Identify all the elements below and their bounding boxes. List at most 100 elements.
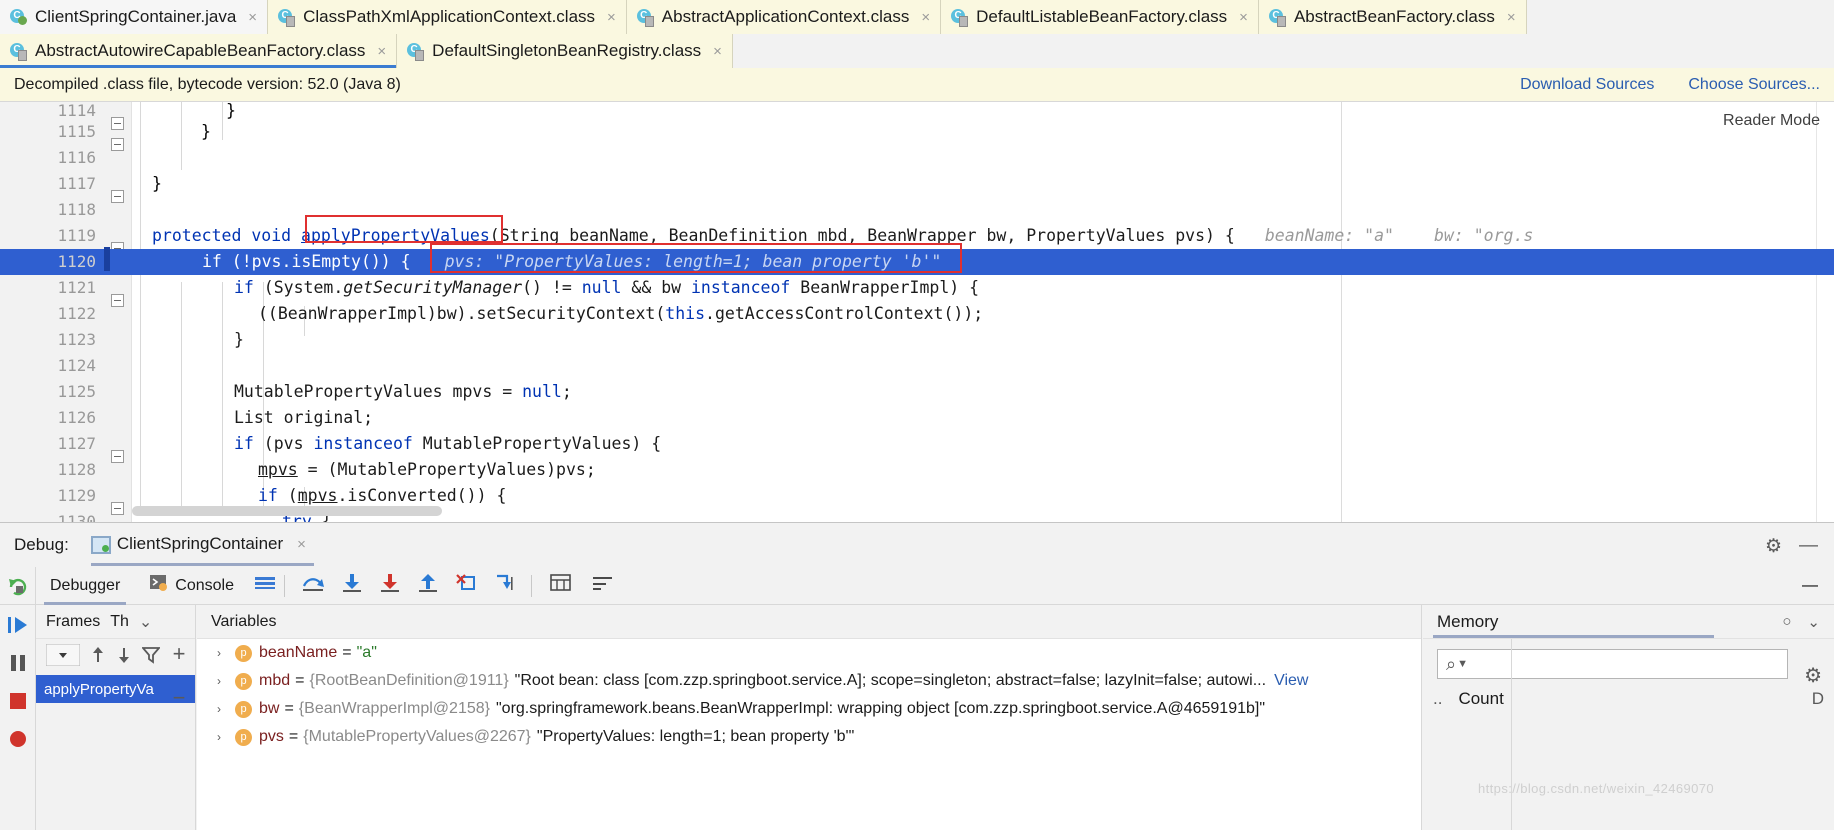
frames-header: Frames Th ⌄ [36, 605, 195, 639]
equals-sign: = [288, 728, 299, 745]
memory-diff-column[interactable]: D [1812, 689, 1824, 709]
close-icon[interactable]: × [921, 9, 930, 26]
reader-mode-label[interactable]: Reader Mode [1723, 112, 1820, 130]
tab-row-1: ClientSpringContainer.java × ClassPathXm… [0, 0, 1834, 34]
force-step-into-icon[interactable] [379, 573, 401, 598]
gear-icon[interactable]: ⚙ [1804, 663, 1822, 688]
chevron-right-icon[interactable]: › [217, 674, 235, 688]
code-line-1118[interactable]: 1118 [0, 197, 1834, 223]
code-line-1120-current[interactable]: 1120 if (!pvs.isEmpty()) {pvs: "Property… [0, 249, 1834, 275]
gear-icon[interactable]: ⚙ [1765, 535, 1782, 558]
variable-name: beanName [259, 644, 338, 661]
code-line-1126[interactable]: 1126 List original; [0, 405, 1834, 431]
table-row[interactable]: › p beanName = "a" [197, 639, 1421, 667]
debug-session-tab[interactable]: ClientSpringContainer × [90, 534, 315, 566]
tab-label: ClientSpringContainer.java [35, 7, 237, 26]
table-row[interactable]: › p bw = {BeanWrapperImpl@2158} "org.spr… [197, 695, 1421, 723]
evaluate-expression-icon[interactable] [550, 574, 572, 597]
stop-program-icon[interactable] [6, 689, 30, 713]
code-line-1123[interactable]: 1123 } [0, 327, 1834, 353]
inline-hint-bw: bw: "org.s [1433, 226, 1534, 245]
layout-icon[interactable] [254, 575, 276, 596]
memory-panel: Memory ○ ⌄ ⌕ ▼ ⚙ .. Count D [1423, 605, 1834, 830]
pause-program-icon[interactable] [6, 651, 30, 675]
circle-icon[interactable]: ○ [1782, 613, 1791, 630]
view-breakpoints-icon[interactable] [6, 727, 30, 751]
memory-header[interactable]: Memory ○ ⌄ [1423, 605, 1834, 639]
variable-value: "org.springframework.beans.BeanWrapperIm… [495, 700, 1266, 717]
close-icon[interactable]: × [713, 43, 722, 60]
close-icon[interactable]: × [377, 43, 386, 60]
code-line-1121[interactable]: 1121 if (System.getSecurityManager() != … [0, 275, 1834, 307]
code-line-1125[interactable]: 1125 MutablePropertyValues mpvs = null; [0, 379, 1834, 405]
view-link[interactable]: View [1274, 672, 1308, 690]
code-line-1128[interactable]: 1128 mpvs = (MutablePropertyValues)pvs; [0, 457, 1834, 483]
close-icon[interactable]: × [607, 9, 616, 26]
minimize-icon[interactable]: — [1799, 535, 1818, 557]
close-icon[interactable]: × [1507, 9, 1516, 26]
settings-icon[interactable] [592, 574, 614, 597]
code-line-1115[interactable]: 1115 } [0, 119, 1834, 151]
remove-icon[interactable]: − [164, 685, 194, 711]
chevron-right-icon[interactable]: › [217, 646, 235, 660]
collapse-icon[interactable]: — [1802, 577, 1818, 595]
search-dropdown-icon[interactable]: ▼ [1457, 658, 1468, 670]
code-line-1124[interactable]: 1124 [0, 353, 1834, 379]
tab-debugger[interactable]: Debugger [44, 567, 127, 605]
step-over-icon[interactable] [301, 573, 325, 598]
console-icon [150, 575, 168, 596]
code-line-1116[interactable]: 1116 [0, 145, 1834, 171]
download-sources-link[interactable]: Download Sources [1520, 76, 1654, 94]
line-number: 1119 [57, 226, 96, 245]
dropdown-icon[interactable] [45, 643, 81, 671]
memory-search-input[interactable] [1467, 655, 1787, 673]
tab-abstract-autowire-capable-bean-factory[interactable]: AbstractAutowireCapableBeanFactory.class… [0, 34, 398, 68]
tab-client-spring-container[interactable]: ClientSpringContainer.java × [0, 0, 269, 34]
tab-default-singleton-bean-registry[interactable]: DefaultSingletonBeanRegistry.class × [397, 34, 733, 68]
code-line-1119[interactable]: 1119 protected void applyPropertyValues(… [0, 223, 1834, 261]
close-icon[interactable]: × [297, 536, 306, 553]
variable-name: mbd [259, 672, 291, 689]
table-row[interactable]: › p pvs = {MutablePropertyValues@2267} "… [197, 723, 1421, 751]
chevron-down-icon[interactable]: ⌄ [1807, 613, 1820, 631]
code-line-1122[interactable]: 1122 ((BeanWrapperImpl)bw).setSecurityCo… [0, 301, 1834, 327]
run-to-cursor-icon[interactable] [493, 573, 515, 598]
frame-label: applyPropertyVa [44, 680, 154, 698]
resume-program-icon[interactable] [6, 613, 30, 637]
add-icon[interactable]: + [164, 641, 194, 667]
memory-count-column[interactable]: Count [1458, 689, 1503, 709]
filter-icon[interactable] [141, 646, 161, 669]
method-name-apply-property-values[interactable]: applyPropertyValues [301, 226, 490, 245]
toolbar-separator [283, 574, 285, 597]
chevron-down-icon[interactable]: ⌄ [139, 612, 152, 632]
memory-dots: .. [1433, 689, 1443, 708]
choose-sources-link[interactable]: Choose Sources... [1688, 76, 1820, 94]
chevron-right-icon[interactable]: › [217, 702, 235, 716]
tab-abstract-bean-factory[interactable]: AbstractBeanFactory.class × [1258, 0, 1527, 34]
table-row[interactable]: › p mbd = {RootBeanDefinition@1911} "Roo… [197, 667, 1421, 695]
down-arrow-icon[interactable] [116, 646, 132, 669]
thread-selector-label[interactable]: Th [110, 613, 129, 631]
tab-abstract-application-context[interactable]: AbstractApplicationContext.class × [626, 0, 942, 34]
step-out-icon[interactable] [417, 573, 439, 598]
code-editor[interactable]: Reader Mode 1114 } 1115 } 1116 1117 } 11… [0, 102, 1834, 522]
close-icon[interactable]: × [1239, 9, 1248, 26]
tab-classpath-xml-application-context[interactable]: ClassPathXmlApplicationContext.class × [268, 0, 627, 34]
line-number: 1130 [57, 512, 96, 522]
horizontal-scrollbar[interactable] [132, 506, 442, 516]
tab-console[interactable]: Console [144, 567, 240, 605]
drop-frame-icon[interactable] [455, 573, 477, 598]
line-number: 1129 [57, 486, 96, 505]
step-into-icon[interactable] [341, 573, 363, 598]
debug-side-rail [0, 567, 36, 830]
code-line-1117[interactable]: 1117 } [0, 171, 1834, 203]
code-frag: () != [522, 278, 582, 297]
memory-search-box[interactable]: ⌕ ▼ [1437, 649, 1788, 679]
chevron-right-icon[interactable]: › [217, 730, 235, 744]
close-icon[interactable]: × [248, 9, 257, 26]
tab-default-listable-bean-factory[interactable]: DefaultListableBeanFactory.class × [941, 0, 1259, 34]
debug-columns: Frames Th ⌄ applyPropertyVa + − Variable… [36, 605, 1834, 830]
up-arrow-icon[interactable] [90, 646, 106, 669]
code-line-1127[interactable]: 1127 if (pvs instanceof MutablePropertyV… [0, 431, 1834, 463]
code-text: } [132, 171, 1834, 197]
